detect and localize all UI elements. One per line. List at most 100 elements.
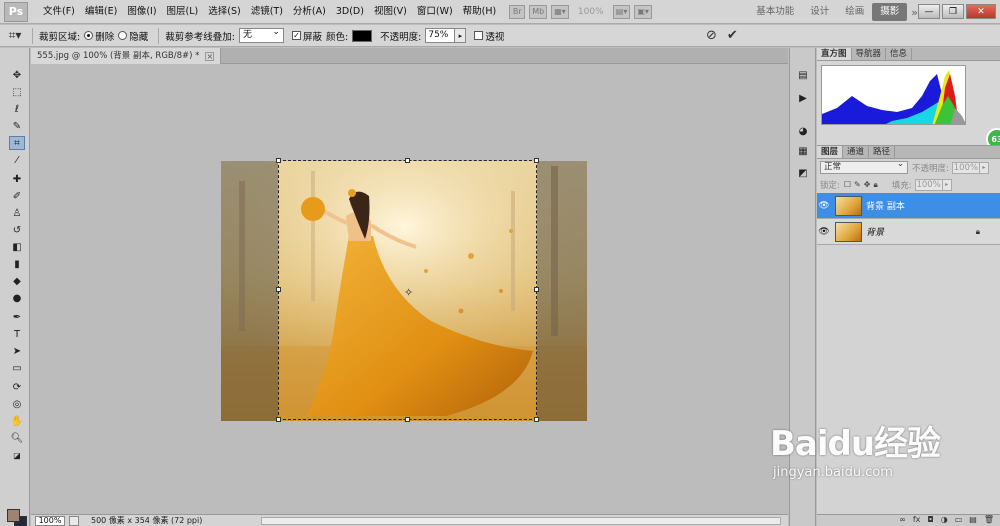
- menu-help[interactable]: 帮助(H): [458, 0, 502, 24]
- tab-histogram[interactable]: 直方图: [817, 48, 852, 60]
- history-brush-tool-icon[interactable]: ↺: [9, 223, 25, 237]
- eyedropper-tool-icon[interactable]: ⁄: [9, 153, 25, 167]
- workspace-design[interactable]: 设计: [802, 0, 837, 24]
- document-tab[interactable]: 555.jpg @ 100% (背景 副本, RGB/8#) * ×: [31, 48, 222, 64]
- delete-layer-icon[interactable]: 🗑: [984, 515, 994, 526]
- blend-mode-select[interactable]: 正常: [820, 159, 908, 174]
- path-selection-tool-icon[interactable]: ➤: [9, 344, 25, 358]
- menu-analysis[interactable]: 分析(A): [288, 0, 331, 24]
- delete-radio[interactable]: [84, 31, 94, 40]
- menu-file[interactable]: 文件(F): [38, 0, 80, 24]
- arrange-documents-dropdown[interactable]: ▤▾: [612, 4, 631, 19]
- crop-handle-left[interactable]: [276, 287, 281, 292]
- crop-handle-top[interactable]: [405, 158, 410, 163]
- crop-handle-top-left[interactable]: [276, 158, 281, 163]
- new-group-icon[interactable]: ▭: [955, 515, 963, 526]
- quick-selection-tool-icon[interactable]: ✎: [9, 119, 25, 133]
- perspective-checkbox[interactable]: [474, 31, 484, 40]
- clone-stamp-tool-icon[interactable]: ♙: [9, 206, 25, 220]
- cancel-crop-icon[interactable]: ⊘: [706, 28, 717, 43]
- opacity-input[interactable]: 75%: [425, 28, 456, 43]
- blur-tool-icon[interactable]: ◆: [9, 274, 25, 288]
- layer-style-icon[interactable]: fx: [913, 515, 921, 526]
- history-panel-icon[interactable]: ▤: [796, 70, 810, 82]
- view-extras-dropdown[interactable]: ▦▾: [551, 4, 569, 19]
- workspace-painting[interactable]: 绘画: [837, 0, 872, 24]
- shield-color-swatch[interactable]: [352, 29, 373, 42]
- launch-mini-bridge-button[interactable]: Mb: [529, 4, 548, 19]
- hide-radio[interactable]: [118, 31, 128, 40]
- adjustments-panel-icon[interactable]: ◕: [796, 126, 810, 138]
- crop-handle-bottom-left[interactable]: [276, 417, 281, 422]
- visibility-eye-icon[interactable]: 👁︎: [817, 201, 831, 211]
- actions-panel-icon[interactable]: ▶: [796, 93, 810, 105]
- tab-paths[interactable]: 路径: [869, 146, 896, 158]
- foreground-color-swatch[interactable]: [7, 509, 20, 522]
- opacity-slider-button[interactable]: ▸: [455, 28, 467, 43]
- lock-pixels-icon[interactable]: ✎: [854, 180, 861, 190]
- menu-3d[interactable]: 3D(D): [331, 0, 369, 24]
- tab-layers[interactable]: 图层: [817, 146, 844, 158]
- dodge-tool-icon[interactable]: ●: [9, 291, 25, 305]
- status-zoom-field[interactable]: 100%: [35, 515, 65, 526]
- shape-tool-icon[interactable]: ▭: [9, 361, 25, 375]
- 3d-orbit-tool-icon[interactable]: ◎: [9, 397, 25, 411]
- eraser-tool-icon[interactable]: ◧: [9, 240, 25, 254]
- close-tab-icon[interactable]: ×: [205, 51, 215, 61]
- tab-navigator[interactable]: 导航器: [852, 48, 887, 60]
- zoom-tool-icon[interactable]: 🔍︎: [9, 431, 25, 445]
- layer-opacity-arrow[interactable]: ▸: [979, 161, 989, 174]
- menu-layer[interactable]: 图层(L): [162, 0, 204, 24]
- new-layer-icon[interactable]: ▤: [969, 515, 977, 526]
- close-button[interactable]: ✕: [966, 4, 996, 19]
- layer-opacity-input[interactable]: 100%: [951, 161, 980, 174]
- commit-crop-icon[interactable]: ✔: [727, 28, 738, 43]
- lock-all-icon[interactable]: 🔒︎: [873, 180, 877, 190]
- tab-info[interactable]: 信息: [886, 48, 913, 60]
- link-layers-icon[interactable]: ∞: [899, 515, 906, 526]
- restore-button[interactable]: ❐: [942, 4, 964, 19]
- layer-row-background-copy[interactable]: 👁︎ 背景 副本: [817, 193, 1000, 219]
- hand-tool-icon[interactable]: ✋: [9, 414, 25, 428]
- healing-brush-tool-icon[interactable]: ✚: [9, 172, 25, 186]
- marquee-tool-icon[interactable]: ⬚: [9, 85, 25, 99]
- workspace-essentials[interactable]: 基本功能: [748, 0, 802, 24]
- menu-view[interactable]: 视图(V): [369, 0, 412, 24]
- lock-position-icon[interactable]: ✥: [864, 180, 871, 190]
- crop-tool-icon[interactable]: ⌗: [9, 136, 25, 150]
- crop-center-crosshair-icon[interactable]: ✧: [404, 286, 413, 299]
- default-colors-icon[interactable]: ◪: [9, 448, 25, 462]
- menu-filter[interactable]: 滤镜(T): [246, 0, 288, 24]
- gradient-tool-icon[interactable]: ▮: [9, 257, 25, 271]
- crop-handle-bottom-right[interactable]: [534, 417, 539, 422]
- adjustment-layer-icon[interactable]: ◑: [941, 515, 948, 526]
- menu-select[interactable]: 选择(S): [203, 0, 245, 24]
- visibility-eye-icon[interactable]: 👁︎: [817, 227, 831, 237]
- crop-handle-top-right[interactable]: [534, 158, 539, 163]
- brush-tool-icon[interactable]: ✐: [9, 189, 25, 203]
- lasso-tool-icon[interactable]: ℓ: [9, 102, 25, 116]
- minimize-button[interactable]: —: [918, 4, 940, 19]
- add-mask-icon[interactable]: ◘: [927, 515, 933, 526]
- screen-mode-dropdown[interactable]: ▣▾: [634, 4, 652, 19]
- lock-transparency-icon[interactable]: ☐: [844, 180, 851, 190]
- menu-edit[interactable]: 编辑(E): [80, 0, 122, 24]
- menu-image[interactable]: 图像(I): [122, 0, 161, 24]
- crop-handle-right[interactable]: [534, 287, 539, 292]
- overlay-select[interactable]: 无: [238, 26, 284, 43]
- crop-handle-bottom[interactable]: [405, 417, 410, 422]
- status-menu-icon[interactable]: [69, 515, 79, 526]
- 3d-rotate-tool-icon[interactable]: ⟳: [9, 380, 25, 394]
- shield-checkbox[interactable]: ✓: [291, 31, 301, 40]
- fill-input[interactable]: 100%: [914, 178, 943, 191]
- move-tool-icon[interactable]: ✥: [9, 68, 25, 82]
- styles-panel-icon[interactable]: ◩: [796, 168, 810, 180]
- launch-bridge-button[interactable]: Br: [509, 4, 526, 19]
- workspace-photography[interactable]: 摄影: [872, 3, 908, 21]
- zoom-level-dropdown[interactable]: 100%: [573, 7, 609, 17]
- masks-panel-icon[interactable]: ▦: [796, 146, 810, 158]
- horizontal-scrollbar[interactable]: [261, 517, 781, 525]
- pen-tool-icon[interactable]: ✒: [9, 310, 25, 324]
- tab-channels[interactable]: 通道: [843, 146, 870, 158]
- fill-arrow[interactable]: ▸: [942, 178, 952, 191]
